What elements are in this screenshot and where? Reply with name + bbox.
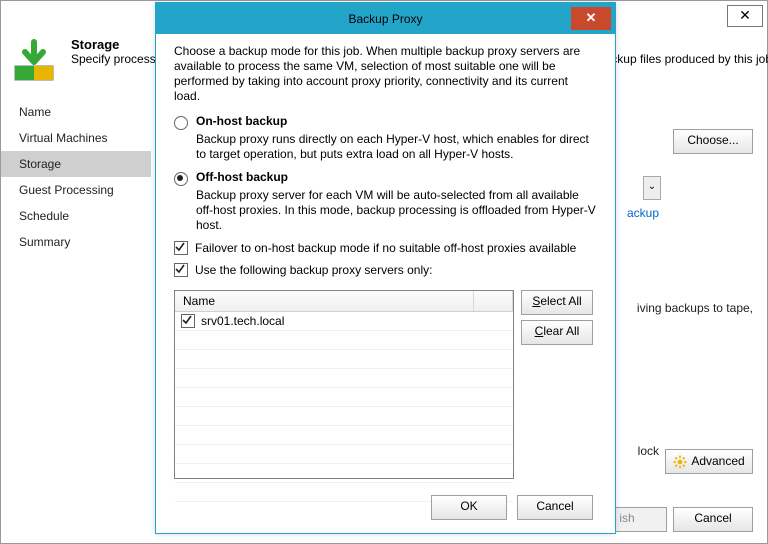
dialog-titlebar: Backup Proxy ✕ bbox=[156, 3, 615, 34]
radio-icon[interactable] bbox=[174, 172, 188, 186]
checkbox-use-only[interactable]: Use the following backup proxy servers o… bbox=[174, 263, 597, 277]
close-icon[interactable]: ✕ bbox=[571, 7, 611, 30]
cancel-button[interactable]: Cancel bbox=[517, 495, 593, 520]
column-spacer bbox=[474, 291, 513, 311]
sidebar-item-storage[interactable]: Storage bbox=[1, 151, 151, 177]
gear-icon bbox=[673, 455, 687, 469]
column-name: Name bbox=[175, 291, 474, 311]
checkbox-failover[interactable]: Failover to on-host backup mode if no su… bbox=[174, 241, 597, 255]
clear-all-button[interactable]: Clear All bbox=[521, 320, 593, 345]
list-header: Name bbox=[175, 291, 513, 312]
option-label: On-host backup bbox=[196, 114, 287, 128]
choose-button[interactable]: Choose... bbox=[673, 129, 753, 154]
storage-icon bbox=[11, 37, 57, 85]
side-text-tape: iving backups to tape, bbox=[637, 301, 753, 315]
option-off-host[interactable]: Off-host backup bbox=[174, 170, 597, 186]
select-all-button[interactable]: Select All bbox=[521, 290, 593, 315]
sidebar-item-name[interactable]: Name bbox=[1, 99, 151, 125]
ok-button[interactable]: OK bbox=[431, 495, 507, 520]
sidebar-item-virtual-machines[interactable]: Virtual Machines bbox=[1, 125, 151, 151]
list-item[interactable]: srv01.tech.local bbox=[175, 312, 513, 331]
combo-chevron-icon[interactable]: ⌄ bbox=[643, 176, 661, 200]
wizard-sidebar: Name Virtual Machines Storage Guest Proc… bbox=[1, 99, 151, 255]
checkbox-icon[interactable] bbox=[181, 314, 195, 328]
option-desc: Backup proxy server for each VM will be … bbox=[196, 188, 597, 233]
checkbox-icon[interactable] bbox=[174, 263, 188, 277]
dialog-footer: OK Cancel bbox=[160, 487, 611, 529]
proxy-list[interactable]: Name srv01.tech.local bbox=[174, 290, 514, 479]
cancel-button[interactable]: Cancel bbox=[673, 507, 753, 532]
sidebar-item-schedule[interactable]: Schedule bbox=[1, 203, 151, 229]
radio-icon[interactable] bbox=[174, 116, 188, 130]
list-item-label: srv01.tech.local bbox=[201, 314, 284, 328]
option-desc: Backup proxy runs directly on each Hyper… bbox=[196, 132, 597, 162]
sidebar-item-summary[interactable]: Summary bbox=[1, 229, 151, 255]
checkbox-label: Use the following backup proxy servers o… bbox=[195, 263, 432, 277]
close-icon[interactable]: ✕ bbox=[727, 5, 763, 27]
advanced-label: Advanced bbox=[691, 451, 744, 472]
side-text-block: lock bbox=[638, 444, 659, 458]
link-text[interactable]: ackup bbox=[627, 206, 659, 220]
option-label: Off-host backup bbox=[196, 170, 288, 184]
dialog-title: Backup Proxy bbox=[160, 7, 611, 32]
checkbox-label: Failover to on-host backup mode if no su… bbox=[195, 241, 576, 255]
checkbox-icon[interactable] bbox=[174, 241, 188, 255]
option-on-host[interactable]: On-host backup bbox=[174, 114, 597, 130]
dialog-intro: Choose a backup mode for this job. When … bbox=[174, 44, 597, 104]
advanced-button[interactable]: Advanced bbox=[665, 449, 753, 474]
sidebar-item-guest-processing[interactable]: Guest Processing bbox=[1, 177, 151, 203]
backup-proxy-dialog: Backup Proxy ✕ Choose a backup mode for … bbox=[155, 2, 616, 534]
